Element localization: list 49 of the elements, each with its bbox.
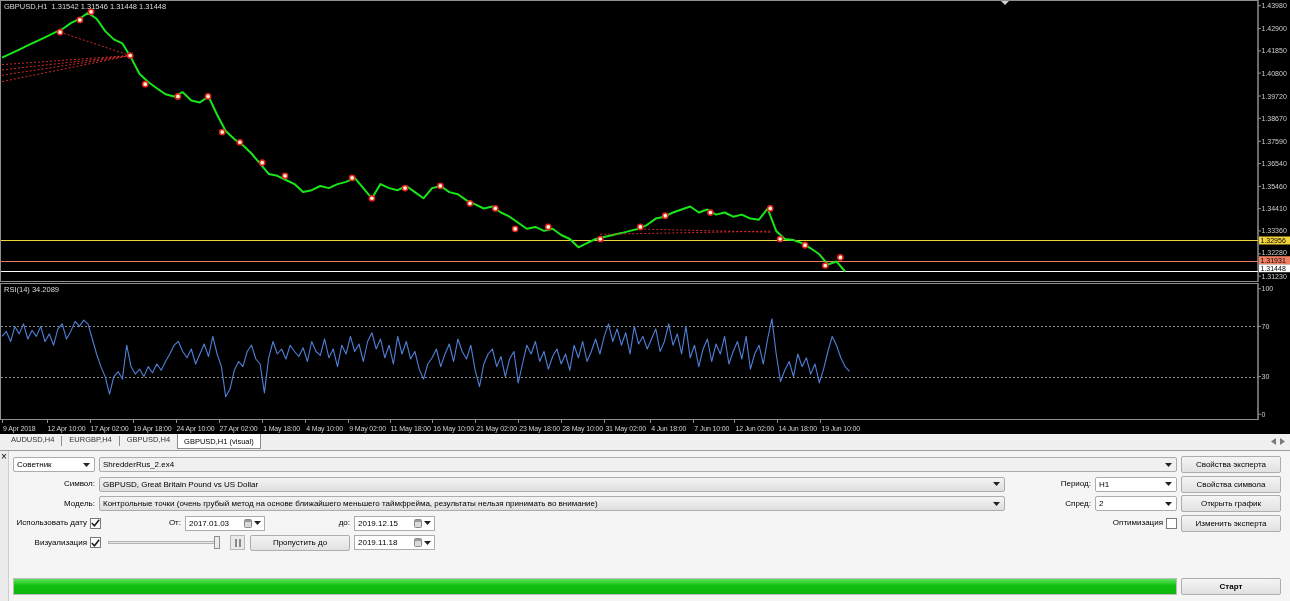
caret-down-icon xyxy=(424,521,431,525)
checkbox[interactable] xyxy=(1166,517,1177,529)
caret-left-icon[interactable] xyxy=(1271,438,1276,445)
slider-thumb[interactable] xyxy=(214,536,220,549)
checkbox[interactable] xyxy=(90,537,101,548)
period-dropdown[interactable]: H1 xyxy=(1095,476,1177,492)
caret-down-icon xyxy=(1165,482,1172,486)
caret-down-icon xyxy=(1165,501,1172,506)
close-button[interactable]: × xyxy=(1,452,7,461)
skip-to-button[interactable]: Пропустить до xyxy=(250,534,350,551)
date-field[interactable]: 2019.11.18 xyxy=(354,535,435,550)
model-dropdown[interactable]: Контрольные точки (очень грубый метод на основе ближайшего меньшего таймфрейма, результаты нельзя принимать во внимание) xyxy=(99,496,1005,511)
caret-down-icon xyxy=(254,521,261,525)
field-label: до: xyxy=(338,518,350,528)
field-label: Модель: xyxy=(64,498,95,509)
symbol-properties-button[interactable]: Свойства символа xyxy=(1181,475,1281,493)
checkbox[interactable] xyxy=(90,517,101,529)
field-label: Спред: xyxy=(1065,498,1091,509)
triangle-icon[interactable] xyxy=(1001,1,1009,5)
spread-dropdown[interactable]: 2 xyxy=(1095,496,1177,511)
modify-expert-button[interactable]: Изменить эксперта xyxy=(1181,514,1281,532)
start-button[interactable]: Старт xyxy=(1181,578,1281,595)
open-chart-button[interactable]: Открыть график xyxy=(1181,495,1281,512)
symbol-dropdown[interactable]: GBPUSD, Great Britain Pound vs US Dollar xyxy=(99,476,1005,492)
expert-dropdown[interactable]: ShredderRus_2.ex4 xyxy=(99,457,1177,472)
pause-button[interactable] xyxy=(230,535,245,550)
calendar-icon xyxy=(414,538,422,547)
calendar-icon xyxy=(244,518,252,528)
pause-icon xyxy=(234,538,241,547)
field-label: Оптимизация xyxy=(1112,518,1163,528)
caret-down-icon xyxy=(993,482,1000,486)
caret-down-icon xyxy=(1165,462,1172,467)
expert-properties-button[interactable]: Свойства эксперта xyxy=(1181,456,1281,473)
date-field[interactable]: 2017.01.03 xyxy=(185,515,265,531)
field-label: Период: xyxy=(1060,479,1091,489)
field-label: Визуализация xyxy=(34,537,87,548)
field-label: Использовать дату xyxy=(16,518,87,528)
caret-down-icon xyxy=(993,501,1000,506)
checkmark-icon xyxy=(91,538,100,547)
checkmark-icon xyxy=(91,519,100,527)
expert-type-dropdown[interactable]: Советник xyxy=(13,457,95,472)
caret-down-icon xyxy=(424,540,431,545)
date-field[interactable]: 2019.12.15 xyxy=(354,515,435,531)
speed-slider[interactable] xyxy=(108,536,220,549)
calendar-icon xyxy=(414,518,422,528)
caret-right-icon[interactable] xyxy=(1280,438,1285,445)
field-label: Символ: xyxy=(63,479,95,489)
field-label: От: xyxy=(168,518,181,528)
caret-down-icon xyxy=(83,462,90,467)
